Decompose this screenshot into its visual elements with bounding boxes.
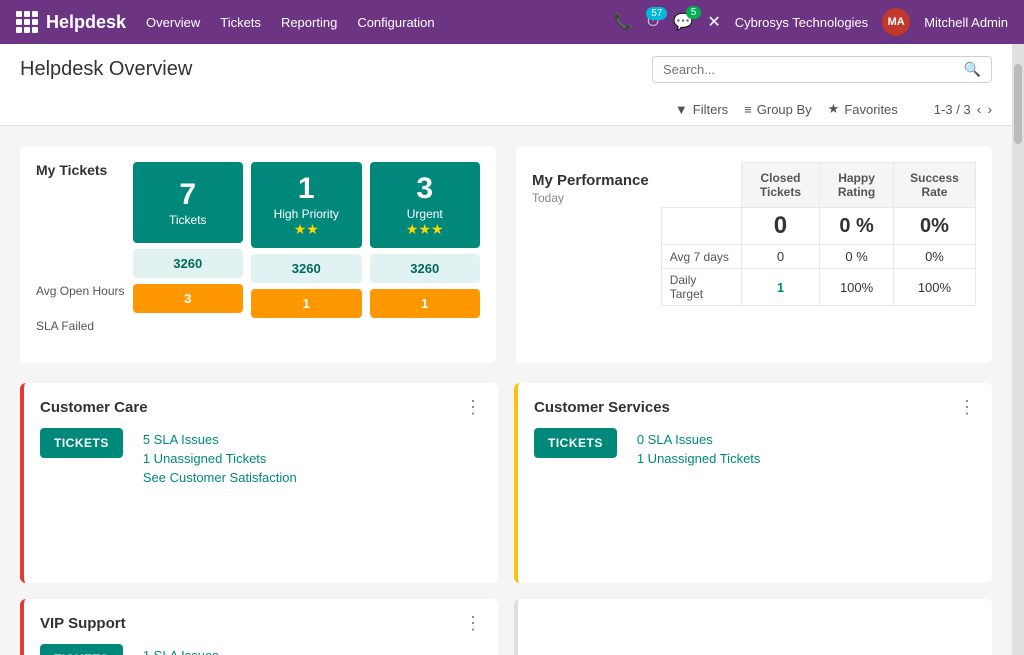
scrollbar[interactable] <box>1012 44 1024 655</box>
phone-icon[interactable]: 📞 <box>613 12 633 32</box>
app-logo[interactable]: Helpdesk <box>16 11 126 33</box>
customer-care-title: Customer Care <box>40 399 148 416</box>
grid-icon <box>16 11 38 33</box>
toolbar: ▼ Filters ≡ Group By ★ Favorites 1-3 / 3… <box>20 93 992 125</box>
search-input[interactable] <box>663 62 964 77</box>
groupby-label: Group By <box>757 102 812 117</box>
customer-care-satisfaction-link[interactable]: See Customer Satisfaction <box>143 470 297 485</box>
perf-title-text: My Performance <box>532 172 649 189</box>
search-bar[interactable]: 🔍 <box>652 56 992 83</box>
nav-overview[interactable]: Overview <box>146 11 200 34</box>
prev-page-button[interactable]: ‹ <box>977 101 982 117</box>
chat-icon[interactable]: 💬 5 <box>673 12 693 32</box>
customer-services-card: Customer Services ⋮ TICKETS 0 SLA Issues… <box>514 383 992 583</box>
user-name: Mitchell Admin <box>924 15 1008 30</box>
vip-support-body: TICKETS 1 SLA Issues <box>24 644 498 655</box>
empty-card <box>514 599 992 655</box>
customer-care-links: 5 SLA Issues 1 Unassigned Tickets See Cu… <box>143 428 297 485</box>
nav-configuration[interactable]: Configuration <box>357 11 434 34</box>
page-header: Helpdesk Overview 🔍 ▼ Filters ≡ Group By… <box>0 44 1012 126</box>
customer-services-unassigned-link[interactable]: 1 Unassigned Tickets <box>637 451 761 466</box>
favorites-button[interactable]: ★ Favorites <box>828 101 898 117</box>
search-icon: 🔍 <box>964 61 981 78</box>
timer-icon[interactable]: ⏱ 57 <box>647 13 659 31</box>
pagination: 1-3 / 3 ‹ › <box>934 101 992 117</box>
vip-support-tickets-button[interactable]: TICKETS <box>40 644 123 655</box>
my-performance-card: My Performance Today Closed Tickets Happ… <box>516 146 992 363</box>
ticket-all-box[interactable]: 7 Tickets <box>133 162 244 243</box>
customer-services-body: TICKETS 0 SLA Issues 1 Unassigned Ticket… <box>518 428 992 482</box>
nav-actions: 📞 ⏱ 57 💬 5 ✕ Cybrosys Technologies MA Mi… <box>613 8 1008 36</box>
my-tickets-card: My Tickets Avg Open Hours SLA Failed 7 T… <box>20 146 496 363</box>
groupby-button[interactable]: ≡ Group By <box>744 102 812 117</box>
close-icon[interactable]: ✕ <box>707 12 720 32</box>
groupby-icon: ≡ <box>744 102 752 117</box>
ticket-high-box[interactable]: 1 High Priority ★★ <box>251 162 362 248</box>
vip-support-title: VIP Support <box>40 615 126 632</box>
customer-care-tickets-button[interactable]: TICKETS <box>40 428 123 458</box>
kanban-row: Customer Care ⋮ TICKETS 5 SLA Issues 1 U… <box>20 383 992 583</box>
customer-care-sla-link[interactable]: 5 SLA Issues <box>143 432 297 447</box>
chat-badge: 5 <box>686 6 702 19</box>
customer-services-title: Customer Services <box>534 399 670 416</box>
pagination-text: 1-3 / 3 <box>934 102 971 117</box>
scrollbar-thumb <box>1014 64 1022 144</box>
customer-services-header: Customer Services ⋮ <box>518 383 992 428</box>
company-name: Cybrosys Technologies <box>735 15 868 30</box>
vip-support-header: VIP Support ⋮ <box>24 599 498 644</box>
vip-support-card: VIP Support ⋮ TICKETS 1 SLA Issues <box>20 599 498 655</box>
filters-button[interactable]: ▼ Filters <box>675 102 728 117</box>
filter-icon: ▼ <box>675 102 688 117</box>
vip-support-links: 1 SLA Issues <box>143 644 219 655</box>
bottom-row: VIP Support ⋮ TICKETS 1 SLA Issues <box>20 599 992 655</box>
overview-row: My Tickets Avg Open Hours SLA Failed 7 T… <box>20 146 992 363</box>
app-name: Helpdesk <box>46 12 126 33</box>
main-content: Helpdesk Overview 🔍 ▼ Filters ≡ Group By… <box>0 44 1012 655</box>
vip-support-menu[interactable]: ⋮ <box>464 613 482 634</box>
favorites-label: Favorites <box>844 102 897 117</box>
page-header-top: Helpdesk Overview 🔍 <box>20 56 992 83</box>
nav-tickets[interactable]: Tickets <box>220 11 261 34</box>
customer-care-unassigned-link[interactable]: 1 Unassigned Tickets <box>143 451 297 466</box>
perf-subtitle-text: Today <box>532 191 649 205</box>
customer-care-header: Customer Care ⋮ <box>24 383 498 428</box>
vip-support-sla-link[interactable]: 1 SLA Issues <box>143 648 219 655</box>
customer-services-sla-link[interactable]: 0 SLA Issues <box>637 432 761 447</box>
customer-services-menu[interactable]: ⋮ <box>958 397 976 418</box>
next-page-button[interactable]: › <box>987 101 992 117</box>
nav-reporting[interactable]: Reporting <box>281 11 337 34</box>
customer-services-tickets-button[interactable]: TICKETS <box>534 428 617 458</box>
timer-badge: 57 <box>646 7 667 20</box>
customer-care-menu[interactable]: ⋮ <box>464 397 482 418</box>
top-navigation: Helpdesk Overview Tickets Reporting Conf… <box>0 0 1024 44</box>
avatar[interactable]: MA <box>882 8 910 36</box>
customer-care-card: Customer Care ⋮ TICKETS 5 SLA Issues 1 U… <box>20 383 498 583</box>
content-wrapper: Helpdesk Overview 🔍 ▼ Filters ≡ Group By… <box>0 44 1024 655</box>
star-icon: ★ <box>828 101 840 117</box>
filters-label: Filters <box>693 102 728 117</box>
body-content: My Tickets Avg Open Hours SLA Failed 7 T… <box>0 126 1012 655</box>
nav-menu: Overview Tickets Reporting Configuration <box>146 11 593 34</box>
page-title: Helpdesk Overview <box>20 58 192 81</box>
ticket-urgent-box[interactable]: 3 Urgent ★★★ <box>370 162 481 248</box>
customer-services-links: 0 SLA Issues 1 Unassigned Tickets <box>637 428 761 466</box>
customer-care-body: TICKETS 5 SLA Issues 1 Unassigned Ticket… <box>24 428 498 501</box>
